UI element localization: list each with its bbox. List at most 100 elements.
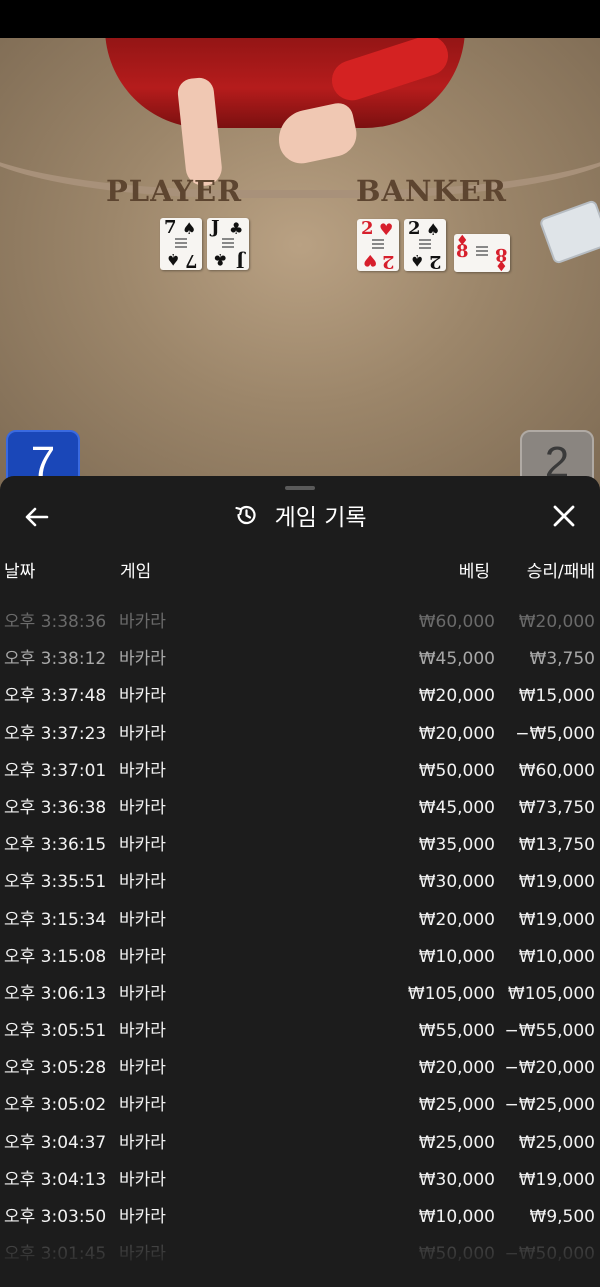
- row-time: 오후 3:04:13: [4, 1169, 107, 1190]
- banker-card-1: 2 ♥ 2 ♥: [357, 219, 399, 272]
- row-bet: ₩10,000: [418, 1207, 495, 1227]
- history-row[interactable]: 오후 3:36:15 바카라 ₩35,000 ₩13,750: [0, 827, 600, 864]
- card-shoe: [538, 199, 600, 265]
- row-game: 바카라: [119, 1021, 166, 1042]
- row-result: ₩20,000: [518, 612, 595, 632]
- row-time: 오후 3:15:34: [4, 909, 107, 930]
- history-icon: [235, 505, 257, 525]
- row-game: 바카라: [119, 797, 166, 818]
- row-game: 바카라: [119, 1169, 166, 1190]
- row-time: 오후 3:06:13: [4, 983, 107, 1004]
- banker-card-3: ♦ 8 8 ♦: [454, 233, 510, 273]
- row-result: ₩9,500: [529, 1207, 595, 1227]
- sheet-header: 게임 기록: [0, 494, 600, 538]
- row-result: ₩19,000: [518, 909, 595, 930]
- row-game: 바카라: [119, 1058, 166, 1079]
- player-card-1: 7 ♠ 7 ♠: [160, 218, 202, 271]
- row-time: 오후 3:35:51: [4, 872, 107, 893]
- row-time: 오후 3:04:37: [4, 1132, 107, 1153]
- row-result: ₩3,750: [529, 649, 595, 670]
- history-row[interactable]: 오후 3:36:38 바카라 ₩45,000 ₩73,750: [0, 790, 600, 827]
- sheet-drag-handle[interactable]: [285, 486, 315, 490]
- history-list[interactable]: 오후 3:38:36 바카라 ₩60,000 ₩20,000 오후 3:38:1…: [0, 604, 600, 1273]
- row-result: −₩50,000: [504, 1244, 595, 1265]
- column-header-result: 승리/패배: [526, 562, 595, 582]
- history-row[interactable]: 오후 3:01:45 바카라 ₩50,000 −₩50,000: [0, 1236, 600, 1273]
- history-row[interactable]: 오후 3:38:36 바카라 ₩60,000 ₩20,000: [0, 604, 600, 641]
- row-result: ₩10,000: [518, 946, 595, 967]
- row-bet: ₩20,000: [418, 723, 495, 744]
- column-header-bet: 베팅: [458, 562, 490, 582]
- row-game: 바카라: [119, 1244, 166, 1265]
- history-row[interactable]: 오후 3:05:28 바카라 ₩20,000 −₩20,000: [0, 1050, 600, 1087]
- row-result: ₩19,000: [518, 872, 595, 893]
- banker-label: BANKER: [356, 174, 507, 208]
- history-row[interactable]: 오후 3:06:13 바카라 ₩105,000 ₩105,000: [0, 976, 600, 1013]
- row-game: 바카라: [119, 1095, 166, 1116]
- row-bet: ₩45,000: [418, 797, 495, 818]
- close-icon[interactable]: [550, 502, 578, 530]
- row-bet: ₩25,000: [418, 1095, 495, 1116]
- history-row[interactable]: 오후 3:04:37 바카라 ₩25,000 ₩25,000: [0, 1125, 600, 1162]
- row-game: 바카라: [119, 983, 166, 1004]
- history-row[interactable]: 오후 3:04:13 바카라 ₩30,000 ₩19,000: [0, 1162, 600, 1199]
- row-game: 바카라: [119, 1207, 166, 1227]
- row-game: 바카라: [119, 946, 166, 967]
- row-bet: ₩25,000: [418, 1132, 495, 1153]
- row-bet: ₩60,000: [418, 612, 495, 632]
- row-bet: ₩35,000: [418, 835, 495, 856]
- row-time: 오후 3:03:50: [4, 1207, 107, 1227]
- history-row[interactable]: 오후 3:37:01 바카라 ₩50,000 ₩60,000: [0, 753, 600, 790]
- sheet-title-group: 게임 기록: [0, 498, 600, 532]
- history-row[interactable]: 오후 3:15:34 바카라 ₩20,000 ₩19,000: [0, 902, 600, 939]
- history-row[interactable]: 오후 3:35:51 바카라 ₩30,000 ₩19,000: [0, 864, 600, 901]
- player-label: PLAYER: [106, 174, 243, 208]
- row-bet: ₩30,000: [418, 872, 495, 893]
- row-time: 오후 3:15:08: [4, 946, 107, 967]
- live-video-feed: PLAYER BANKER 7 ♠ 7 ♠ J ♣ J ♣ 2 ♥ 2 ♥ 2 …: [0, 38, 600, 498]
- row-time: 오후 3:36:38: [4, 797, 107, 818]
- row-game: 바카라: [119, 909, 166, 930]
- history-row[interactable]: 오후 3:03:50 바카라 ₩10,000 ₩9,500: [0, 1199, 600, 1236]
- history-row[interactable]: 오후 3:15:08 바카라 ₩10,000 ₩10,000: [0, 939, 600, 976]
- history-row[interactable]: 오후 3:37:48 바카라 ₩20,000 ₩15,000: [0, 678, 600, 715]
- row-result: ₩19,000: [518, 1169, 595, 1190]
- row-time: 오후 3:01:45: [4, 1244, 107, 1265]
- row-time: 오후 3:36:15: [4, 835, 107, 856]
- row-game: 바카라: [119, 723, 166, 744]
- row-bet: ₩55,000: [418, 1021, 495, 1042]
- row-bet: ₩45,000: [418, 649, 495, 670]
- row-game: 바카라: [119, 760, 166, 781]
- row-result: ₩15,000: [518, 686, 595, 707]
- row-game: 바카라: [119, 1132, 166, 1153]
- row-result: ₩60,000: [518, 760, 595, 781]
- row-bet: ₩50,000: [418, 760, 495, 781]
- history-row[interactable]: 오후 3:05:51 바카라 ₩55,000 −₩55,000: [0, 1013, 600, 1050]
- row-game: 바카라: [119, 612, 166, 632]
- row-game: 바카라: [119, 835, 166, 856]
- row-bet: ₩20,000: [418, 686, 495, 707]
- history-row[interactable]: 오후 3:38:12 바카라 ₩45,000 ₩3,750: [0, 641, 600, 678]
- history-row[interactable]: 오후 3:37:23 바카라 ₩20,000 −₩5,000: [0, 716, 600, 753]
- row-result: ₩25,000: [518, 1132, 595, 1153]
- row-result: −₩25,000: [504, 1095, 595, 1116]
- row-time: 오후 3:37:01: [4, 760, 107, 781]
- column-header-game: 게임: [120, 562, 152, 582]
- column-header-date: 날짜: [4, 562, 36, 582]
- row-time: 오후 3:37:48: [4, 686, 107, 707]
- row-result: ₩13,750: [518, 835, 595, 856]
- row-bet: ₩20,000: [418, 909, 495, 930]
- row-time: 오후 3:37:23: [4, 723, 107, 744]
- history-row[interactable]: 오후 3:05:02 바카라 ₩25,000 −₩25,000: [0, 1087, 600, 1124]
- row-result: −₩55,000: [504, 1021, 595, 1042]
- row-bet: ₩20,000: [418, 1058, 495, 1079]
- row-result: −₩20,000: [504, 1058, 595, 1079]
- row-time: 오후 3:38:36: [4, 612, 107, 632]
- row-result: ₩105,000: [507, 983, 595, 1004]
- row-bet: ₩30,000: [418, 1169, 495, 1190]
- row-result: ₩73,750: [518, 797, 595, 818]
- row-time: 오후 3:05:51: [4, 1021, 107, 1042]
- game-history-sheet: 게임 기록 날짜 게임 베팅 승리/패배 오후 3:38:36 바카라 ₩60,…: [0, 476, 600, 1287]
- row-game: 바카라: [119, 649, 166, 670]
- table-rail: [0, 68, 600, 198]
